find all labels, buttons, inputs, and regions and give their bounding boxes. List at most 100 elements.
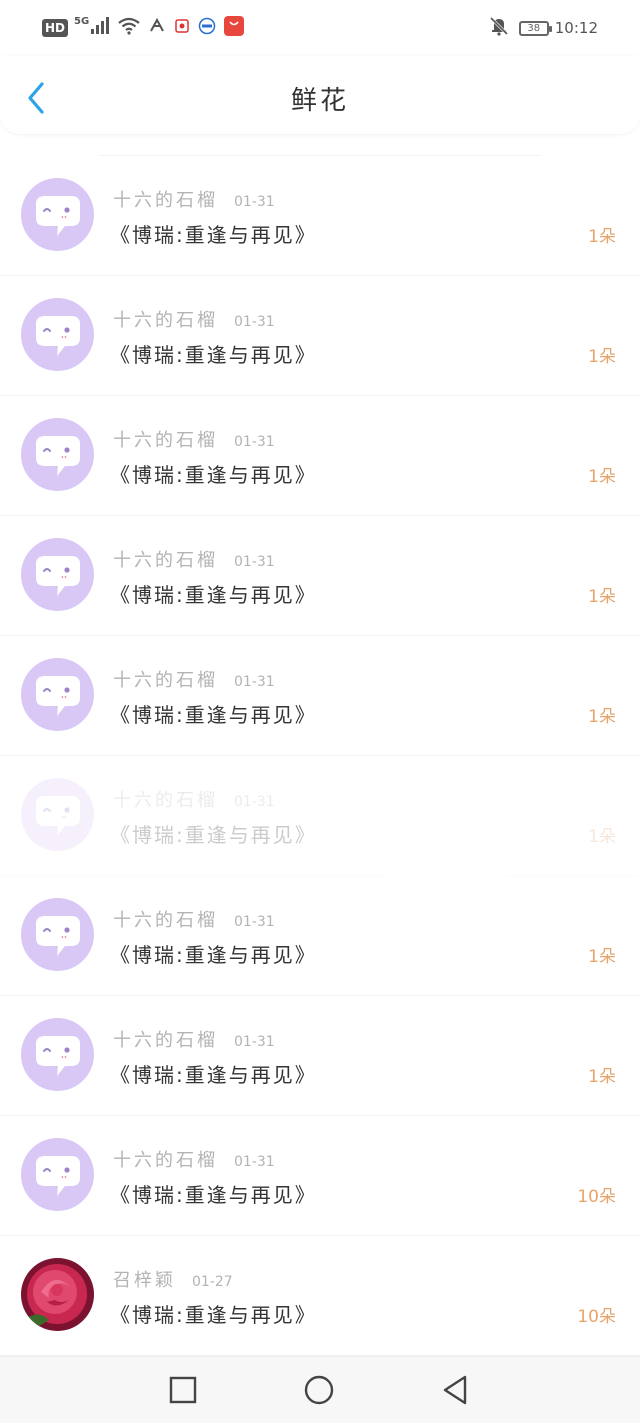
sender-name: 十六的石榴 xyxy=(113,310,218,331)
sender-name: 十六的石榴 xyxy=(113,1030,218,1051)
flower-count: 10朵 xyxy=(577,1187,616,1207)
flower-count: 1朵 xyxy=(588,467,616,487)
flower-count: 1朵 xyxy=(588,827,616,847)
flower-count: 1朵 xyxy=(588,227,616,247)
rose-photo-avatar[interactable] xyxy=(21,1258,94,1331)
book-title: 《博瑞:重逢与再见》 xyxy=(110,463,317,487)
book-title: 《博瑞:重逢与再见》 xyxy=(110,343,317,367)
chat-bubble-avatar[interactable] xyxy=(21,1138,94,1211)
sender-meta: 十六的石榴 01-31 xyxy=(113,786,275,812)
gift-list-item[interactable]: 十六的石榴 01-31 《博瑞:重逢与再见》 10朵 xyxy=(0,1116,640,1236)
signal-icon xyxy=(90,17,110,39)
chat-bubble-icon xyxy=(36,1156,80,1196)
gift-list-item[interactable]: 十六的石榴 01-31 《博瑞:重逢与再见》 1朵 xyxy=(0,636,640,756)
list-top-divider xyxy=(100,135,540,156)
chat-bubble-avatar[interactable] xyxy=(21,658,94,731)
sender-meta: 十六的石榴 01-31 xyxy=(113,186,275,212)
sender-name: 十六的石榴 xyxy=(113,190,218,211)
square-icon xyxy=(169,1376,197,1404)
flower-count: 1朵 xyxy=(588,1067,616,1087)
gift-date: 01-31 xyxy=(234,194,275,210)
hd-badge: HD xyxy=(42,19,69,37)
sender-meta: 召梓颖 01-27 xyxy=(113,1266,233,1292)
battery-level: 38 xyxy=(527,22,541,34)
store-app-icon xyxy=(224,16,245,40)
gift-date: 01-31 xyxy=(234,674,275,690)
sender-meta: 十六的石榴 01-31 xyxy=(113,1146,275,1172)
nfc-icon xyxy=(148,17,166,39)
chat-bubble-avatar[interactable] xyxy=(21,538,94,611)
chat-bubble-avatar[interactable] xyxy=(21,298,94,371)
gift-list-item[interactable]: 召梓颖 01-27 《博瑞:重逢与再见》 10朵 xyxy=(0,1236,640,1356)
status-right: 38 10:12 xyxy=(489,16,598,40)
gift-list-item[interactable]: 十六的石榴 01-31 《博瑞:重逢与再见》 1朵 xyxy=(0,876,640,996)
chat-bubble-icon xyxy=(36,916,80,956)
clock-time: 10:12 xyxy=(554,19,598,37)
book-title: 《博瑞:重逢与再见》 xyxy=(110,223,317,247)
chat-bubble-avatar[interactable] xyxy=(21,778,94,851)
gift-list: 十六的石榴 01-31 《博瑞:重逢与再见》 1朵 十六的石榴 01-31 《博… xyxy=(0,135,640,1356)
book-title: 《博瑞:重逢与再见》 xyxy=(110,1183,317,1207)
book-title: 《博瑞:重逢与再见》 xyxy=(110,1303,317,1327)
sender-name: 十六的石榴 xyxy=(113,670,218,691)
gift-list-item[interactable]: 十六的石榴 01-31 《博瑞:重逢与再见》 1朵 xyxy=(0,396,640,516)
system-nav-bar xyxy=(0,1356,640,1423)
chat-bubble-avatar[interactable] xyxy=(21,178,94,251)
chat-bubble-icon xyxy=(36,1036,80,1076)
gift-list-item[interactable]: 十六的石榴 01-31 《博瑞:重逢与再见》 1朵 xyxy=(0,156,640,276)
gift-date: 01-31 xyxy=(234,1034,275,1050)
battery-indicator: 38 xyxy=(518,20,552,36)
chat-bubble-avatar[interactable] xyxy=(21,898,94,971)
sender-meta: 十六的石榴 01-31 xyxy=(113,306,275,332)
gift-list-item[interactable]: 十六的石榴 01-31 《博瑞:重逢与再见》 1朵 xyxy=(0,996,640,1116)
sender-name: 召梓颖 xyxy=(113,1270,176,1291)
flower-count: 1朵 xyxy=(588,587,616,607)
sender-name: 十六的石榴 xyxy=(113,550,218,571)
gift-date: 01-31 xyxy=(234,914,275,930)
flower-count: 1朵 xyxy=(588,347,616,367)
book-title: 《博瑞:重逢与再见》 xyxy=(110,583,317,607)
home-button[interactable] xyxy=(302,1373,336,1407)
sender-meta: 十六的石榴 01-31 xyxy=(113,666,275,692)
sender-meta: 十六的石榴 01-31 xyxy=(113,426,275,452)
gift-date: 01-31 xyxy=(234,314,275,330)
book-title: 《博瑞:重逢与再见》 xyxy=(110,943,317,967)
ipv6-icon xyxy=(198,17,216,39)
title-bar: 鲜花 xyxy=(0,56,640,134)
status-left: HD 5G xyxy=(42,16,252,40)
flower-count: 1朵 xyxy=(588,707,616,727)
gift-list-item[interactable]: 十六的石榴 01-31 《博瑞:重逢与再见》 1朵 xyxy=(0,756,640,876)
chat-bubble-icon xyxy=(36,316,80,356)
app-notification-icon xyxy=(174,18,190,38)
chat-bubble-avatar[interactable] xyxy=(21,1018,94,1091)
wifi-icon xyxy=(118,17,140,39)
sender-name: 十六的石榴 xyxy=(113,430,218,451)
sender-meta: 十六的石榴 01-31 xyxy=(113,546,275,572)
mute-bell-icon xyxy=(489,16,509,40)
gift-list-item[interactable]: 十六的石榴 01-31 《博瑞:重逢与再见》 1朵 xyxy=(0,276,640,396)
gift-date: 01-31 xyxy=(234,794,275,810)
flower-count: 1朵 xyxy=(588,947,616,967)
back-nav-button[interactable] xyxy=(438,1373,472,1407)
sender-name: 十六的石榴 xyxy=(113,910,218,931)
sender-name: 十六的石榴 xyxy=(113,1150,218,1171)
book-title: 《博瑞:重逢与再见》 xyxy=(110,823,317,847)
gift-date: 01-31 xyxy=(234,1154,275,1170)
chat-bubble-icon xyxy=(36,676,80,716)
flower-count: 10朵 xyxy=(577,1307,616,1327)
book-title: 《博瑞:重逢与再见》 xyxy=(110,1063,317,1087)
gift-date: 01-27 xyxy=(192,1274,233,1290)
chat-bubble-avatar[interactable] xyxy=(21,418,94,491)
gift-list-item[interactable]: 十六的石榴 01-31 《博瑞:重逢与再见》 1朵 xyxy=(0,516,640,636)
sender-meta: 十六的石榴 01-31 xyxy=(113,1026,275,1052)
rose-icon xyxy=(21,1258,94,1331)
chat-bubble-icon xyxy=(36,436,80,476)
triangle-back-icon xyxy=(443,1375,467,1405)
gift-date: 01-31 xyxy=(234,434,275,450)
recent-apps-button[interactable] xyxy=(166,1373,200,1407)
chat-bubble-icon xyxy=(36,196,80,236)
sender-name: 十六的石榴 xyxy=(113,790,218,811)
status-bar: HD 5G 38 10:12 xyxy=(0,0,640,56)
network-type: 5G xyxy=(74,15,90,27)
sender-meta: 十六的石榴 01-31 xyxy=(113,906,275,932)
